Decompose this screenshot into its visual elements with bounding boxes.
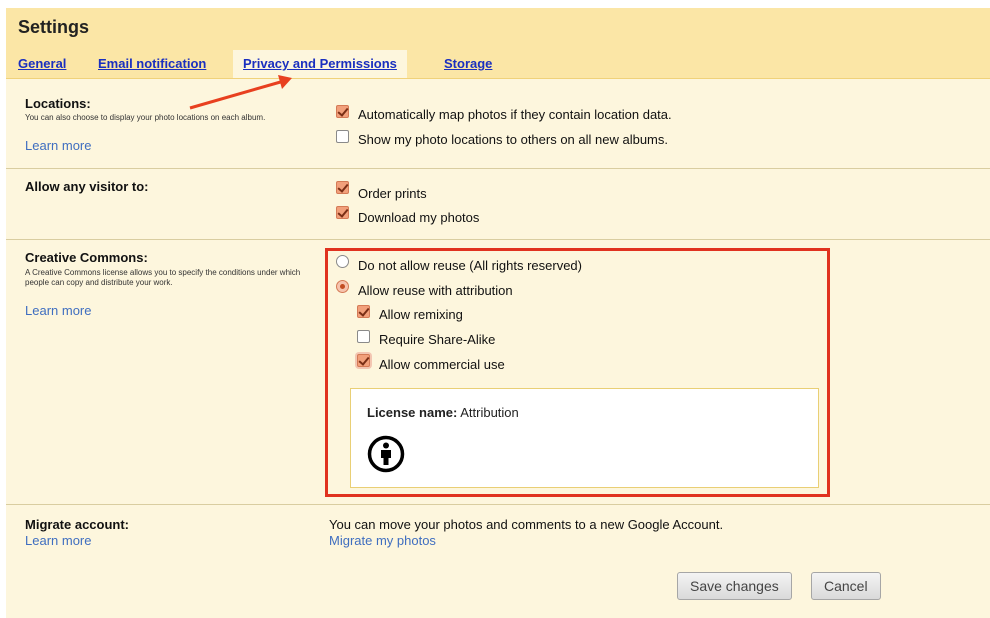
locations-title: Locations: xyxy=(25,96,91,111)
license-name-value: Attribution xyxy=(460,405,519,420)
allow-remixing-label: Allow remixing xyxy=(379,307,463,322)
order-prints-checkbox[interactable] xyxy=(336,181,349,194)
download-photos-label: Download my photos xyxy=(358,210,480,225)
auto-map-label: Automatically map photos if they contain… xyxy=(358,107,672,122)
share-alike-checkbox[interactable] xyxy=(357,330,370,343)
save-changes-button[interactable]: Save changes xyxy=(677,572,792,600)
migrate-learn-more-link[interactable]: Learn more xyxy=(25,533,91,548)
locations-description: You can also choose to display your phot… xyxy=(25,113,266,122)
creative-commons-title: Creative Commons: xyxy=(25,250,148,265)
tab-storage[interactable]: Storage xyxy=(444,50,492,78)
license-name-label: License name: xyxy=(367,405,458,420)
visitor-section: Allow any visitor to: Order prints Downl… xyxy=(6,168,990,239)
no-reuse-radio[interactable] xyxy=(336,255,349,268)
allow-remixing-checkbox[interactable] xyxy=(357,305,370,318)
migrate-title: Migrate account: xyxy=(25,517,130,532)
creative-commons-description: A Creative Commons license allows you to… xyxy=(25,268,301,287)
order-prints-label: Order prints xyxy=(358,186,427,201)
settings-tabs: General Email notification Privacy and P… xyxy=(6,50,990,78)
show-locations-label: Show my photo locations to others on all… xyxy=(358,132,669,147)
cancel-button[interactable]: Cancel xyxy=(811,572,881,600)
locations-learn-more-link[interactable]: Learn more xyxy=(25,138,91,153)
creative-commons-learn-more-link[interactable]: Learn more xyxy=(25,303,91,318)
migrate-photos-link[interactable]: Migrate my photos xyxy=(329,533,436,548)
download-photos-checkbox[interactable] xyxy=(336,206,349,219)
license-name: License name: Attribution xyxy=(367,405,519,420)
commercial-use-checkbox[interactable] xyxy=(357,354,370,367)
settings-header: Settings General Email notification Priv… xyxy=(6,8,990,79)
page-title: Settings xyxy=(18,17,90,37)
migrate-text: You can move your photos and comments to… xyxy=(329,517,724,532)
settings-panel: Settings General Email notification Priv… xyxy=(6,8,990,618)
attribution-icon xyxy=(367,435,405,473)
no-reuse-label: Do not allow reuse (All rights reserved) xyxy=(358,258,582,273)
license-box: License name: Attribution xyxy=(350,388,819,488)
footer: Save changes Cancel xyxy=(6,566,990,618)
show-locations-checkbox[interactable] xyxy=(336,130,349,143)
share-alike-label: Require Share-Alike xyxy=(379,332,496,347)
visitor-title: Allow any visitor to: xyxy=(25,179,149,194)
tab-general[interactable]: General xyxy=(18,50,66,78)
reuse-attribution-label: Allow reuse with attribution xyxy=(358,283,513,298)
migrate-section: Migrate account: Learn more You can move… xyxy=(6,504,990,567)
reuse-attribution-radio[interactable] xyxy=(336,280,349,293)
commercial-use-label: Allow commercial use xyxy=(379,357,505,372)
locations-section: Locations: You can also choose to displa… xyxy=(6,90,990,168)
auto-map-checkbox[interactable] xyxy=(336,105,349,118)
